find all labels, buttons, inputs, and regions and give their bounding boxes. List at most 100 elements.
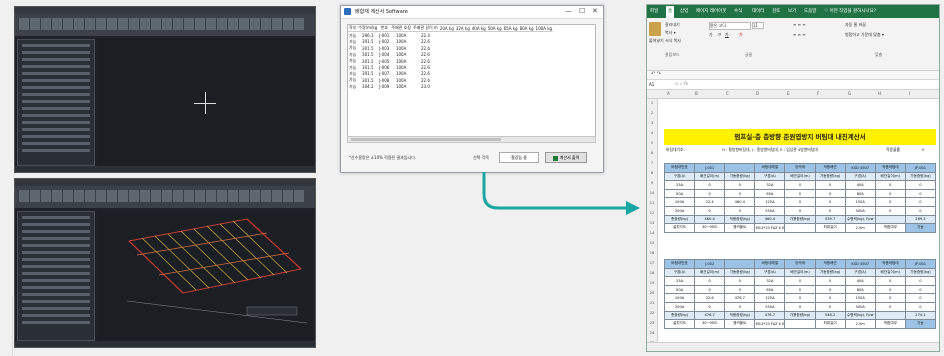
- calc-cell[interactable]: 0: [904, 276, 937, 286]
- calc-cell[interactable]: 0: [904, 301, 937, 312]
- row-number[interactable]: 4: [647, 131, 657, 135]
- row-number[interactable]: 19: [647, 281, 657, 285]
- calc-cell[interactable]: 적용버팀대: [874, 259, 906, 269]
- column-header-c[interactable]: C: [726, 91, 729, 96]
- calc-cell[interactable]: 460.4: [724, 197, 756, 207]
- calc-cell[interactable]: 구경(A): [663, 267, 696, 278]
- tool-icon[interactable]: [162, 18, 172, 30]
- font-name-select[interactable]: 맑은 고딕: [709, 22, 751, 30]
- calc-cell[interactable]: 0: [784, 301, 816, 312]
- calc-cell[interactable]: 총중량(kg): [663, 214, 696, 225]
- material-dropdown[interactable]: 철강능 중: [499, 152, 539, 163]
- tool-icon[interactable]: [19, 190, 29, 202]
- calc-cell[interactable]: 설치각도: [663, 223, 696, 233]
- calc-cell[interactable]: [874, 214, 906, 225]
- formula-bar[interactable]: A1 × ✓ fx: [647, 80, 939, 90]
- row-number[interactable]: 18: [647, 271, 657, 275]
- table-row[interactable]: 가능 304.2 J-009 100A 23.0: [348, 84, 553, 90]
- row-number[interactable]: 12: [647, 211, 657, 215]
- calc-cell[interactable]: 0: [814, 197, 846, 207]
- paste-button[interactable]: 붙여넣기: [649, 38, 664, 44]
- column-header[interactable]: 작부: [348, 25, 358, 33]
- column-header-e[interactable]: E: [787, 91, 790, 96]
- calc-cell[interactable]: 539.7: [814, 214, 846, 225]
- calc-cell[interactable]: 버팀대재질: [754, 163, 786, 173]
- column-header-h[interactable]: H: [878, 91, 881, 96]
- calc-cell[interactable]: 0: [784, 293, 816, 303]
- row-number[interactable]: 24: [647, 331, 657, 335]
- tool-icon[interactable]: [206, 190, 216, 202]
- calc-cell[interactable]: 배관길이(m): [874, 171, 906, 182]
- calc-cell[interactable]: [874, 310, 906, 321]
- tool-icon[interactable]: [261, 190, 271, 202]
- tool-icon[interactable]: [96, 190, 106, 202]
- calc-cell[interactable]: 2.5m: [844, 319, 876, 329]
- calc-cell[interactable]: 강속재: [784, 163, 816, 173]
- calc-cell[interactable]: J-002: [694, 259, 726, 269]
- calc-cell[interactable]: 가용중량(kg): [784, 214, 816, 225]
- tool-icon[interactable]: [195, 18, 205, 30]
- calc-cell[interactable]: 0: [694, 276, 726, 286]
- tool-icon[interactable]: [151, 18, 161, 30]
- calc-cell[interactable]: [784, 319, 816, 329]
- calc-cell[interactable]: 0: [874, 284, 906, 295]
- tool-icon[interactable]: [41, 18, 51, 30]
- calc-cell[interactable]: 0: [874, 276, 906, 286]
- calc-cell[interactable]: 가용중량(kg): [784, 310, 816, 321]
- tool-icon[interactable]: [129, 18, 139, 30]
- calc-cell[interactable]: 80A: [844, 284, 876, 295]
- calc-cell[interactable]: 0: [724, 180, 756, 190]
- calc-cell[interactable]: M12*10 FAZ Ⅱ X: [754, 223, 786, 233]
- calc-cell[interactable]: 0: [694, 284, 726, 295]
- row-number[interactable]: 2: [647, 111, 657, 115]
- calc-cell[interactable]: 총중량(kg): [663, 310, 696, 321]
- copy-button[interactable]: 복사 ▾: [665, 30, 676, 36]
- tool-icon[interactable]: [272, 18, 282, 30]
- underline-button[interactable]: 가: [725, 32, 729, 38]
- row-number[interactable]: 13: [647, 221, 657, 225]
- calc-cell[interactable]: 0: [814, 284, 846, 295]
- calc-cell[interactable]: 구경(A): [663, 171, 696, 182]
- calc-cell[interactable]: 65A: [754, 284, 786, 295]
- calc-cell[interactable]: 125A: [754, 293, 786, 303]
- tool-icon[interactable]: [173, 190, 183, 202]
- calc-cell[interactable]: 50A: [663, 284, 696, 295]
- calc-cell[interactable]: 0: [904, 197, 937, 207]
- tab-3[interactable]: 페이지 레이아웃: [696, 8, 726, 14]
- tool-icon[interactable]: [184, 190, 194, 202]
- tool-icon[interactable]: [118, 190, 128, 202]
- export-button[interactable]: 계산서 출력: [545, 152, 587, 163]
- tool-icon[interactable]: [52, 18, 62, 30]
- column-header-g[interactable]: G: [848, 91, 851, 96]
- quick-access-toolbar[interactable]: ↶ ↷: [647, 71, 939, 80]
- calc-cell[interactable]: 0: [814, 188, 846, 199]
- calc-cell[interactable]: 0: [784, 284, 816, 295]
- calc-cell[interactable]: 30~90도: [694, 223, 726, 233]
- column-header[interactable]: 32A kg: [454, 25, 471, 33]
- tool-icon[interactable]: [239, 190, 249, 202]
- bold-button[interactable]: 가: [709, 32, 713, 38]
- row-number[interactable]: 7: [647, 161, 657, 165]
- tool-icon[interactable]: [118, 18, 128, 30]
- calc-cell[interactable]: 가동중량(kg): [904, 267, 937, 278]
- row-number[interactable]: 20: [647, 291, 657, 295]
- calc-cell[interactable]: 0: [724, 301, 756, 312]
- worksheet-grid[interactable]: 1234567891011121314151617181920212223242…: [647, 99, 939, 351]
- tool-icon[interactable]: [140, 190, 150, 202]
- tool-icon[interactable]: [74, 18, 84, 30]
- calc-cell[interactable]: 300A: [844, 205, 876, 216]
- calc-cell[interactable]: 배관길이(m): [784, 171, 816, 182]
- column-header[interactable]: 80A kg: [518, 25, 535, 33]
- tool-icon[interactable]: [195, 190, 205, 202]
- results-table[interactable]: 작부 수량/m/kg 번호 주배관 호칭 주배관 길이 m 20A kg 32A kg 40A…: [347, 24, 596, 138]
- calc-cell[interactable]: 배관길이(m): [874, 267, 906, 278]
- close-button[interactable]: ✕: [592, 7, 598, 16]
- calc-cell[interactable]: 설치각도: [663, 319, 696, 329]
- calc-cell[interactable]: 적용배관: [814, 259, 846, 269]
- calc-cell[interactable]: 548.2: [814, 310, 846, 321]
- calc-cell[interactable]: 구경(A): [754, 267, 786, 278]
- calc-cell[interactable]: KSD 3507: [844, 163, 876, 173]
- calc-cell[interactable]: 적합여부: [874, 319, 906, 329]
- horizontal-scrollbar[interactable]: [347, 136, 596, 143]
- row-number[interactable]: 10: [647, 191, 657, 195]
